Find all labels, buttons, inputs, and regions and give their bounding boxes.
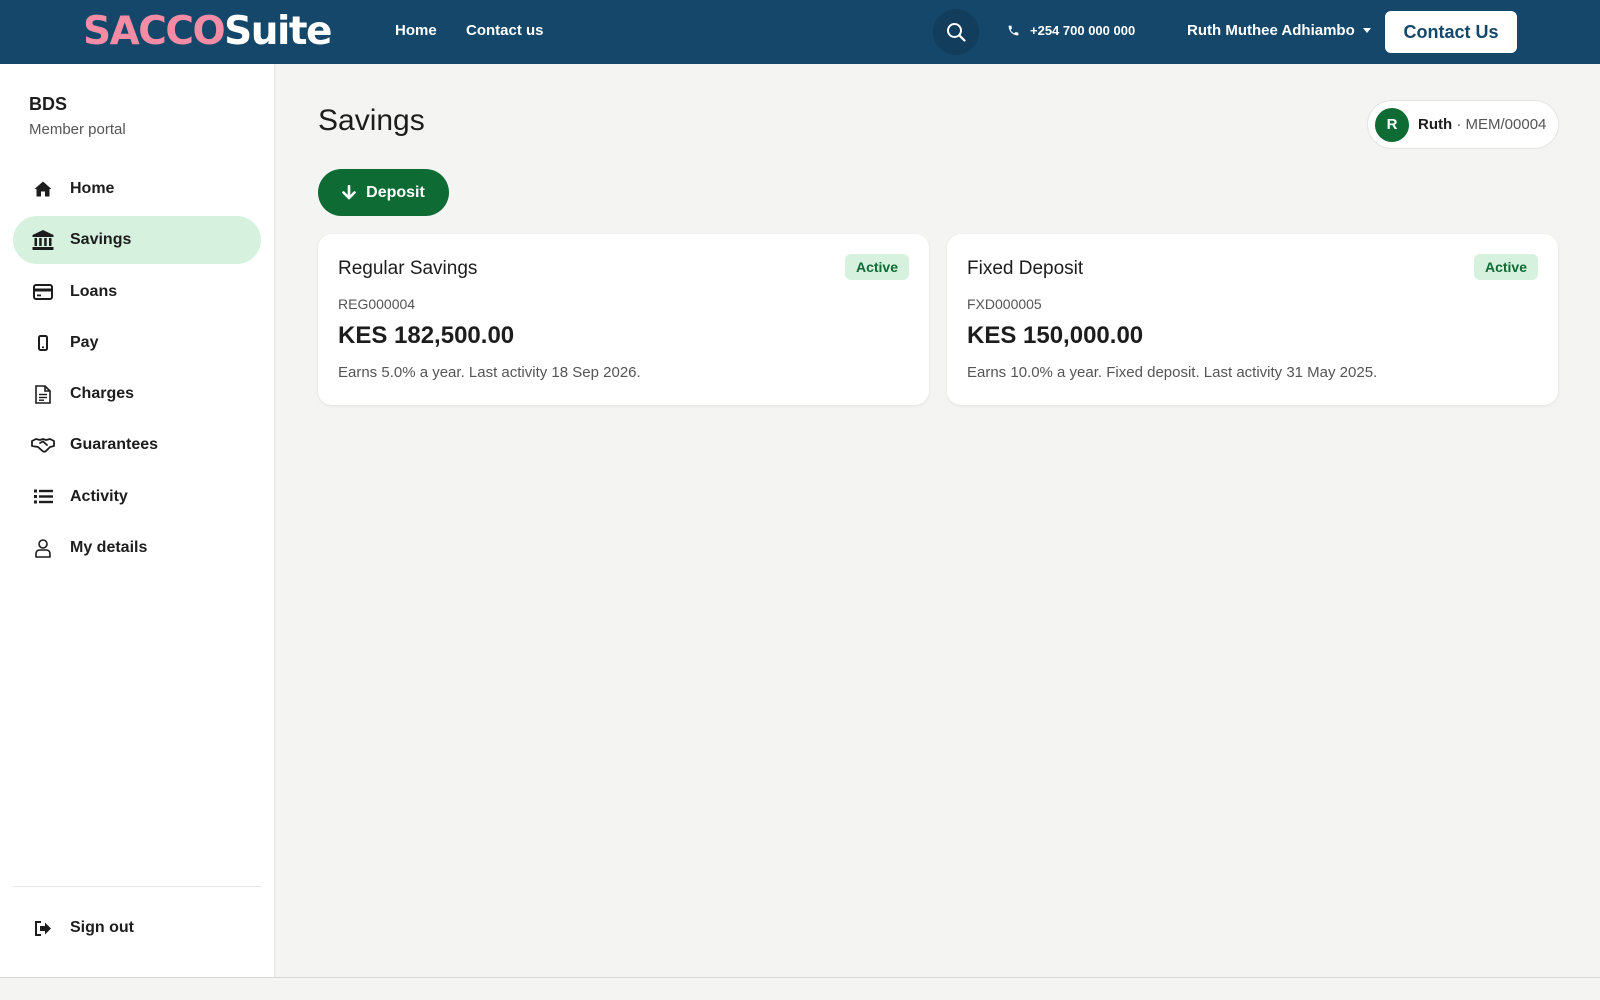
sidebar-item-label: Savings bbox=[70, 231, 132, 249]
sign-out-label: Sign out bbox=[70, 919, 134, 936]
deposit-button-label: Deposit bbox=[366, 183, 425, 201]
home-icon bbox=[31, 177, 55, 201]
sign-out-icon bbox=[31, 916, 55, 940]
arrow-down-icon bbox=[342, 185, 356, 200]
account-card-regular-savings[interactable]: Regular Savings Active REG000004 KES 182… bbox=[318, 234, 929, 405]
contact-us-button[interactable]: Contact Us bbox=[1385, 11, 1517, 53]
document-icon bbox=[31, 382, 55, 406]
sidebar-item-loans[interactable]: Loans bbox=[13, 268, 261, 316]
sidebar-item-home[interactable]: Home bbox=[13, 165, 261, 213]
sign-out-button[interactable]: Sign out bbox=[13, 904, 261, 952]
account-code: FXD000005 bbox=[967, 296, 1042, 312]
chevron-down-icon bbox=[1362, 28, 1371, 33]
account-balance: KES 150,000.00 bbox=[967, 322, 1144, 349]
sidebar-item-my-details[interactable]: My details bbox=[13, 524, 261, 572]
user-menu-dropdown[interactable]: Ruth Muthee Adhiambo bbox=[1187, 22, 1371, 39]
account-balance: KES 182,500.00 bbox=[338, 322, 515, 349]
sidebar-item-label: Pay bbox=[70, 333, 99, 351]
sidebar-item-activity[interactable]: Activity bbox=[13, 473, 261, 521]
account-description: Earns 10.0% a year. Fixed deposit. Last … bbox=[967, 364, 1378, 381]
sidebar-signout: Sign out bbox=[13, 904, 261, 955]
brand-logo-part2: Suite bbox=[224, 9, 332, 54]
member-info: Ruth · MEM/00004 bbox=[1418, 116, 1546, 133]
org-subtitle: Member portal bbox=[29, 121, 126, 138]
credit-card-icon bbox=[31, 280, 55, 304]
brand-logo[interactable]: SACCOSuite bbox=[83, 8, 332, 56]
list-icon bbox=[31, 485, 55, 509]
status-badge: Active bbox=[844, 254, 909, 280]
member-first-name: Ruth bbox=[1418, 116, 1453, 133]
member-chip[interactable]: R Ruth · MEM/00004 bbox=[1367, 100, 1559, 149]
account-title: Regular Savings bbox=[338, 258, 478, 279]
nav-link-home[interactable]: Home bbox=[395, 22, 437, 39]
account-code: REG000004 bbox=[338, 296, 416, 312]
org-name: BDS bbox=[29, 94, 68, 114]
sidebar-menu: Home Savings Loans Pay Charges Guarantee… bbox=[13, 165, 261, 575]
account-title: Fixed Deposit bbox=[967, 258, 1084, 279]
member-number: MEM/00004 bbox=[1465, 116, 1547, 133]
page-title: Savings bbox=[318, 104, 425, 137]
bank-icon bbox=[31, 228, 55, 252]
sidebar-item-guarantees[interactable]: Guarantees bbox=[13, 421, 261, 469]
account-card-fixed-deposit[interactable]: Fixed Deposit Active FXD000005 KES 150,0… bbox=[947, 234, 1558, 405]
phone-icon bbox=[1008, 25, 1019, 36]
avatar: R bbox=[1375, 107, 1409, 142]
brand-logo-part1: SACCO bbox=[83, 9, 226, 54]
sidebar-item-label: Home bbox=[70, 180, 115, 197]
status-badge: Active bbox=[1473, 254, 1538, 280]
deposit-button[interactable]: Deposit bbox=[318, 169, 449, 216]
phone-contact[interactable]: +254 700 000 000 bbox=[1007, 23, 1135, 38]
sidebar-item-charges[interactable]: Charges bbox=[13, 370, 261, 418]
sidebar: BDS Member portal Home Savings Loans Pay bbox=[0, 64, 275, 977]
member-separator: · bbox=[1452, 116, 1466, 133]
top-navbar: SACCOSuite Home Contact us +254 700 000 … bbox=[0, 0, 1600, 64]
account-description: Earns 5.0% a year. Last activity 18 Sep … bbox=[338, 364, 641, 381]
search-button[interactable] bbox=[933, 9, 979, 55]
sidebar-item-label: Charges bbox=[70, 385, 135, 403]
search-icon bbox=[947, 23, 966, 42]
sidebar-divider bbox=[13, 886, 261, 887]
sidebar-item-label: My details bbox=[70, 539, 148, 557]
handshake-icon bbox=[31, 433, 55, 457]
phone-number: +254 700 000 000 bbox=[1030, 23, 1136, 38]
sidebar-item-label: Activity bbox=[70, 487, 128, 505]
user-name: Ruth Muthee Adhiambo bbox=[1187, 22, 1355, 39]
mobile-phone-icon bbox=[31, 331, 55, 355]
sidebar-item-pay[interactable]: Pay bbox=[13, 319, 261, 367]
user-icon bbox=[31, 536, 55, 560]
nav-link-contact[interactable]: Contact us bbox=[466, 22, 544, 39]
page-bottom-border bbox=[0, 977, 1600, 978]
sidebar-item-savings[interactable]: Savings bbox=[13, 216, 261, 265]
sidebar-item-label: Loans bbox=[70, 282, 118, 300]
sidebar-item-label: Guarantees bbox=[70, 436, 159, 454]
